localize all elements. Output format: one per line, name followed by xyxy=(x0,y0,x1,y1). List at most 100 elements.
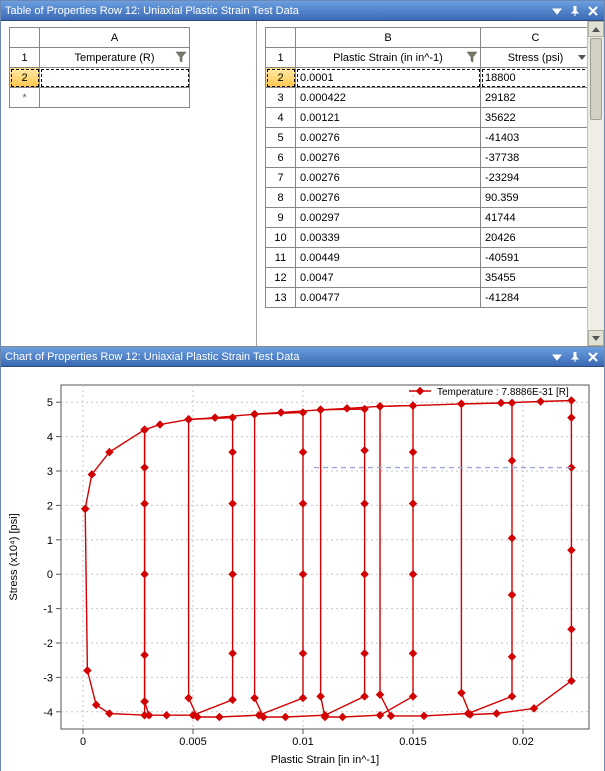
stress-cell[interactable]: 35622 xyxy=(481,108,591,128)
plastic-strain-cell[interactable]: 0.0047 xyxy=(296,268,481,288)
svg-text:4: 4 xyxy=(47,432,53,444)
plastic-strain-cell[interactable]: 0.00297 xyxy=(296,208,481,228)
pin-icon[interactable] xyxy=(568,4,582,18)
plastic-strain-cell[interactable]: 0.00276 xyxy=(296,148,481,168)
plastic-strain-cell[interactable]: 0.00276 xyxy=(296,128,481,148)
stress-cell[interactable]: 29182 xyxy=(481,88,591,108)
plastic-strain-cell[interactable]: 0.00276 xyxy=(296,168,481,188)
plastic-strain-cell[interactable]: 0.00477 xyxy=(296,288,481,308)
table-panel-titlebar[interactable]: Table of Properties Row 12: Uniaxial Pla… xyxy=(1,1,604,21)
table-row-selected[interactable]: 2 xyxy=(10,68,190,88)
chart-panel-title: Chart of Properties Row 12: Uniaxial Pla… xyxy=(5,351,550,363)
table-row[interactable]: 70.00276-23294 xyxy=(266,168,591,188)
row-header[interactable]: 8 xyxy=(266,188,296,208)
temperature-table[interactable]: A 1 Temperature (R) 2 xyxy=(9,27,190,108)
new-row-cell[interactable] xyxy=(40,88,190,108)
svg-text:Plastic Strain [in in^-1]: Plastic Strain [in in^-1] xyxy=(271,754,379,766)
svg-text:-2: -2 xyxy=(43,638,53,650)
filter-icon[interactable] xyxy=(175,51,187,66)
row-header[interactable]: 12 xyxy=(266,268,296,288)
table-row[interactable]: 20.000118800 xyxy=(266,68,591,88)
table-row[interactable]: 80.0027690.359 xyxy=(266,188,591,208)
new-row-marker[interactable]: * xyxy=(10,88,40,108)
column-header-B[interactable]: B xyxy=(296,28,481,48)
table-row[interactable]: 110.00449-40591 xyxy=(266,248,591,268)
svg-text:0.01: 0.01 xyxy=(292,736,313,748)
svg-text:0.015: 0.015 xyxy=(399,736,427,748)
corner-cell xyxy=(10,28,40,48)
dropdown-icon[interactable] xyxy=(550,4,564,18)
plastic-strain-cell[interactable]: 0.00276 xyxy=(296,188,481,208)
row-header[interactable]: 6 xyxy=(266,148,296,168)
row-header[interactable]: 3 xyxy=(266,88,296,108)
stress-cell[interactable]: 90.359 xyxy=(481,188,591,208)
table-row[interactable]: 60.00276-37738 xyxy=(266,148,591,168)
stress-cell[interactable]: 41744 xyxy=(481,208,591,228)
row-header[interactable]: 11 xyxy=(266,248,296,268)
scroll-down-button[interactable] xyxy=(588,330,604,346)
svg-text:5: 5 xyxy=(47,397,53,409)
table-row[interactable]: 50.00276-41403 xyxy=(266,128,591,148)
temperature-header-cell[interactable]: Temperature (R) xyxy=(40,48,190,68)
column-header-A[interactable]: A xyxy=(40,28,190,48)
vertical-scrollbar[interactable] xyxy=(587,21,604,346)
new-row[interactable]: * xyxy=(10,88,190,108)
plastic-strain-cell[interactable]: 0.0001 xyxy=(296,68,481,88)
temperature-value-cell[interactable] xyxy=(40,68,190,88)
stress-cell[interactable]: -37738 xyxy=(481,148,591,168)
table-row[interactable]: 40.0012135622 xyxy=(266,108,591,128)
svg-text:Temperature : 7.8886E-31 [R]: Temperature : 7.8886E-31 [R] xyxy=(437,387,569,398)
stress-header-label: Stress (psi) xyxy=(508,52,564,64)
stress-cell[interactable]: -23294 xyxy=(481,168,591,188)
table-panel-title: Table of Properties Row 12: Uniaxial Pla… xyxy=(5,5,550,17)
row-header[interactable]: 10 xyxy=(266,228,296,248)
close-icon[interactable] xyxy=(586,4,600,18)
stress-cell[interactable]: 20426 xyxy=(481,228,591,248)
row-header[interactable]: 4 xyxy=(266,108,296,128)
row-header[interactable]: 9 xyxy=(266,208,296,228)
strain-stress-table[interactable]: B C 1 Plastic Strain (in in^-1) Stress ( xyxy=(265,27,591,308)
stress-cell[interactable]: -41284 xyxy=(481,288,591,308)
row-header[interactable]: 1 xyxy=(10,48,40,68)
scroll-up-button[interactable] xyxy=(588,21,604,37)
table-row[interactable]: 120.004735455 xyxy=(266,268,591,288)
table-row[interactable]: 130.00477-41284 xyxy=(266,288,591,308)
dropdown-icon[interactable] xyxy=(550,350,564,364)
plastic-strain-cell[interactable]: 0.00449 xyxy=(296,248,481,268)
table-row[interactable]: 90.0029741744 xyxy=(266,208,591,228)
chart-panel-titlebar[interactable]: Chart of Properties Row 12: Uniaxial Pla… xyxy=(1,347,604,367)
filter-icon[interactable] xyxy=(466,51,478,66)
svg-text:0: 0 xyxy=(80,736,86,748)
svg-text:0: 0 xyxy=(47,569,53,581)
row-header[interactable]: 7 xyxy=(266,168,296,188)
svg-text:1: 1 xyxy=(47,535,53,547)
plastic-strain-cell[interactable]: 0.00121 xyxy=(296,108,481,128)
row-header[interactable]: 2 xyxy=(10,68,40,88)
svg-text:3: 3 xyxy=(47,466,53,478)
plastic-strain-header-cell[interactable]: Plastic Strain (in in^-1) xyxy=(296,48,481,68)
chart-canvas[interactable]: 00.0050.010.0150.02-4-3-2-1012345Plastic… xyxy=(1,367,604,771)
table-row[interactable]: 100.0033920426 xyxy=(266,228,591,248)
close-icon[interactable] xyxy=(586,350,600,364)
row-header[interactable]: 2 xyxy=(266,68,296,88)
pin-icon[interactable] xyxy=(568,350,582,364)
chart-panel: 00.0050.010.0150.02-4-3-2-1012345Plastic… xyxy=(1,367,604,770)
svg-text:-4: -4 xyxy=(43,707,53,719)
table-row[interactable]: 30.00042229182 xyxy=(266,88,591,108)
stress-cell[interactable]: 18800 xyxy=(481,68,591,88)
row-header[interactable]: 1 xyxy=(266,48,296,68)
stress-cell[interactable]: 35455 xyxy=(481,268,591,288)
svg-text:-3: -3 xyxy=(43,672,53,684)
scrollbar-thumb[interactable] xyxy=(590,38,602,120)
temperature-header-label: Temperature (R) xyxy=(74,52,154,64)
row-header[interactable]: 5 xyxy=(266,128,296,148)
stress-header-cell[interactable]: Stress (psi) xyxy=(481,48,591,68)
stress-cell[interactable]: -41403 xyxy=(481,128,591,148)
svg-text:0.005: 0.005 xyxy=(179,736,207,748)
tables-area: A 1 Temperature (R) 2 xyxy=(1,21,604,347)
stress-cell[interactable]: -40591 xyxy=(481,248,591,268)
plastic-strain-cell[interactable]: 0.000422 xyxy=(296,88,481,108)
column-header-C[interactable]: C xyxy=(481,28,591,48)
row-header[interactable]: 13 xyxy=(266,288,296,308)
plastic-strain-cell[interactable]: 0.00339 xyxy=(296,228,481,248)
